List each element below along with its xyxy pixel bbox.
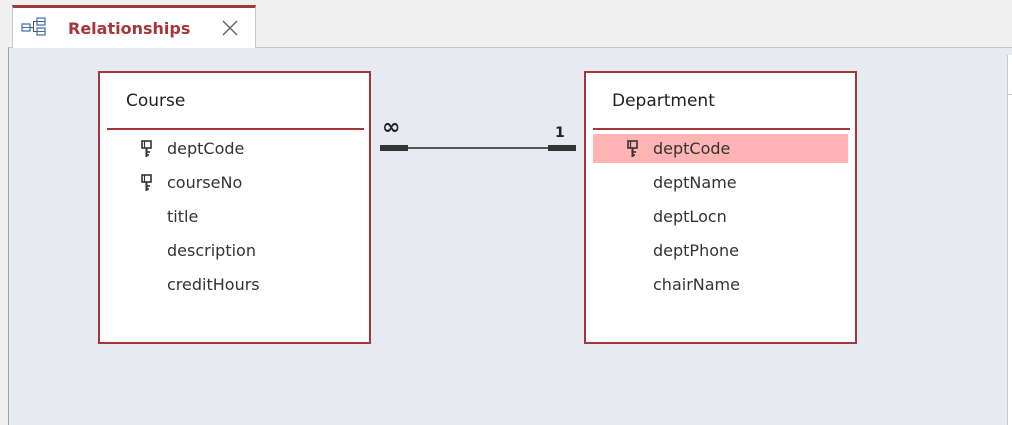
field-name: deptName [653, 173, 737, 192]
table-title: Department [612, 91, 715, 111]
primary-key-icon [141, 140, 152, 157]
field-name: courseNo [167, 173, 243, 192]
one-cardinality-label: 1 [555, 125, 565, 141]
field-name: deptCode [653, 139, 731, 158]
field-name: description [167, 241, 256, 260]
field-deptlocn[interactable]: deptLocn [593, 202, 848, 231]
field-deptphone[interactable]: deptPhone [593, 236, 848, 265]
table-title-divider [107, 128, 364, 130]
scrollbar-up-region[interactable] [1008, 55, 1012, 95]
field-credithours[interactable]: creditHours [107, 270, 362, 299]
field-name: deptCode [167, 139, 245, 158]
field-courseno[interactable]: courseNo [107, 168, 362, 197]
field-description[interactable]: description [107, 236, 362, 265]
field-deptname[interactable]: deptName [593, 168, 848, 197]
field-chairname[interactable]: chairName [593, 270, 848, 299]
primary-key-icon [627, 140, 638, 157]
field-name: creditHours [167, 275, 260, 294]
field-deptcode[interactable]: deptCode [107, 134, 362, 163]
field-title[interactable]: title [107, 202, 362, 231]
vertical-scrollbar[interactable] [1007, 55, 1012, 425]
field-name: chairName [653, 275, 740, 294]
field-name: deptPhone [653, 241, 739, 260]
field-name: deptLocn [653, 207, 727, 226]
table-title: Course [126, 91, 186, 111]
tab-relationships[interactable]: Relationships [12, 5, 256, 48]
many-cardinality-label: ∞ [382, 115, 401, 140]
field-deptcode-selected[interactable]: deptCode [593, 134, 848, 163]
primary-key-icon [141, 174, 152, 191]
document-tab-strip: Relationships [0, 0, 1012, 48]
close-icon[interactable] [220, 18, 240, 38]
field-name: title [167, 207, 199, 226]
table-title-divider [593, 128, 850, 130]
table-department[interactable]: Department deptCode deptName deptLocn de… [584, 71, 857, 344]
relationships-icon [21, 17, 46, 36]
tab-label: Relationships [68, 19, 191, 38]
table-course[interactable]: Course deptCode courseNo title descripti… [98, 71, 371, 344]
